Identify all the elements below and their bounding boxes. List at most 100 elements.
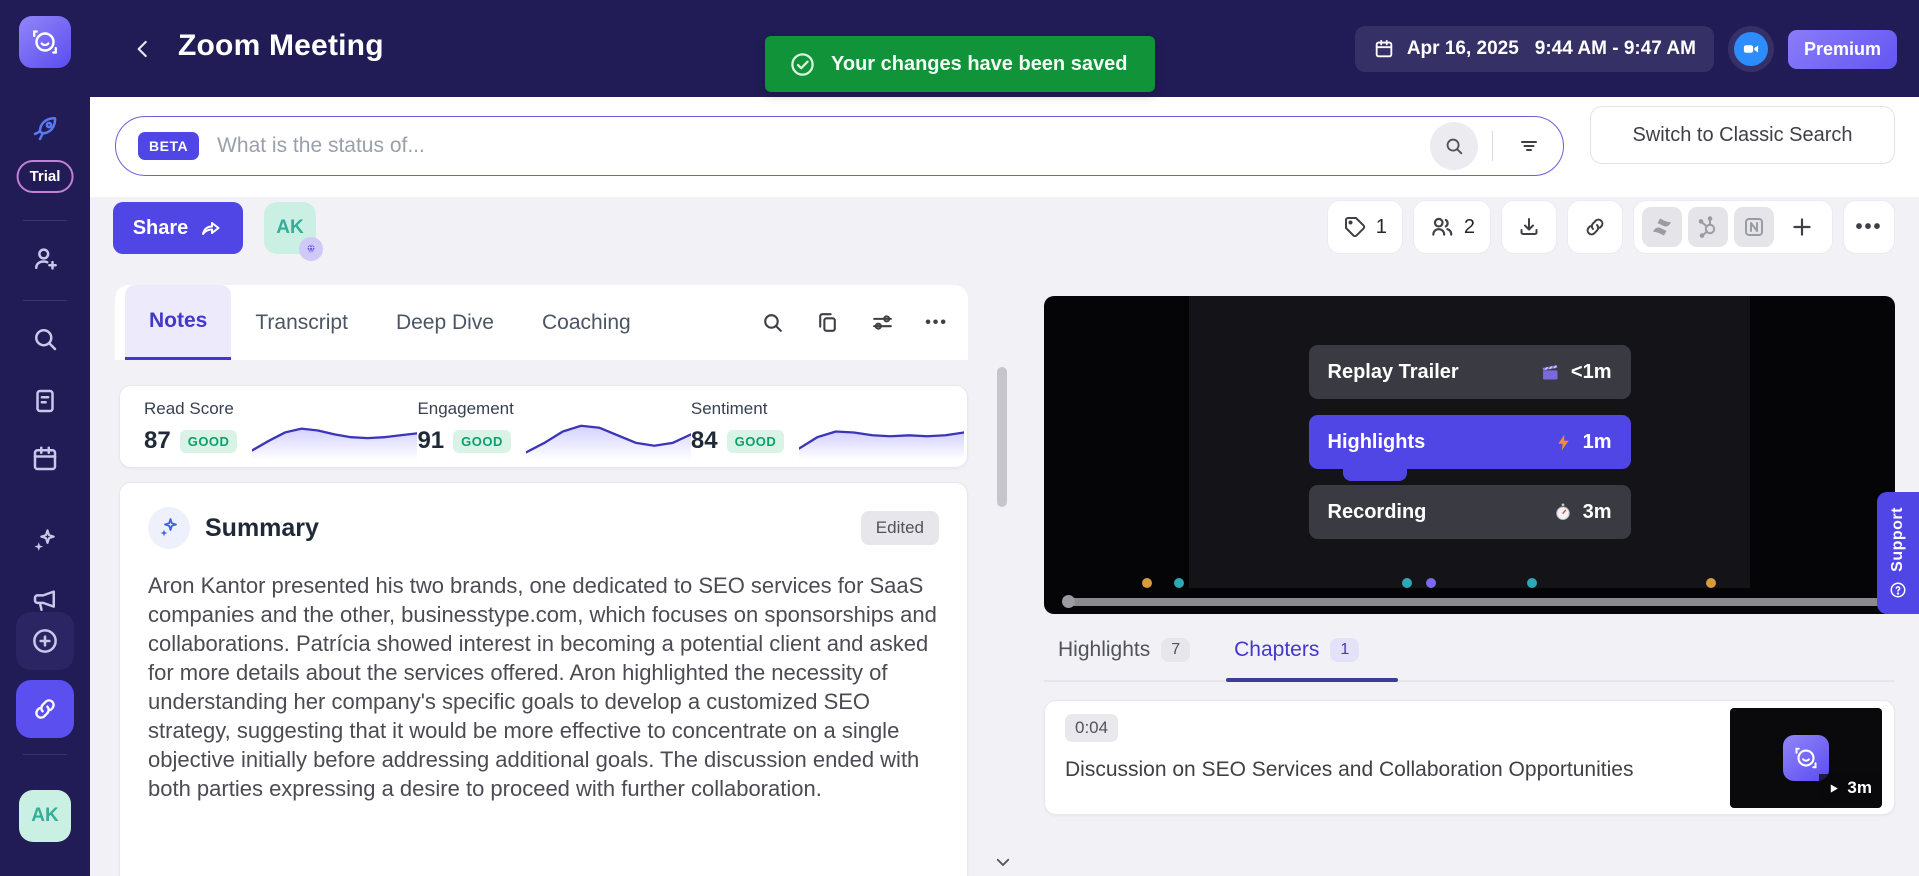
notion-icon: [1742, 215, 1766, 239]
rocket-icon: [30, 114, 60, 144]
replay-trailer-button[interactable]: Replay Trailer <1m: [1308, 345, 1631, 399]
play-icon: [1827, 782, 1840, 795]
confluence-icon: [1650, 215, 1674, 239]
chevron-down-icon: [994, 853, 1012, 871]
filter-button[interactable]: [1507, 124, 1551, 168]
engagement-sparkline: [525, 424, 691, 460]
timeline-marker[interactable]: [1174, 578, 1185, 588]
video-player[interactable]: Replay Trailer <1m Highlights 1m Recordi…: [1044, 296, 1895, 614]
timeline-marker[interactable]: [1142, 578, 1153, 588]
chapter-list-item[interactable]: 0:04 Discussion on SEO Services and Coll…: [1044, 700, 1895, 815]
timeline-marker[interactable]: [1401, 578, 1412, 588]
notion-integration-button[interactable]: [1734, 207, 1774, 247]
search-input[interactable]: [217, 134, 1430, 158]
playhead-handle[interactable]: [1062, 595, 1075, 608]
video-progress-bar[interactable]: [1070, 598, 1881, 606]
sidebar-item-ai-tools[interactable]: [30, 526, 60, 556]
check-circle-icon: [789, 51, 816, 78]
download-button[interactable]: [1501, 200, 1557, 254]
sidebar-item-invite[interactable]: [30, 244, 60, 274]
support-help-icon: [1889, 581, 1907, 599]
notes-more-button[interactable]: •••: [925, 314, 948, 332]
summary-card: Summary Edited Aron Kantor presented his…: [119, 482, 968, 876]
metric-sentiment: Sentiment 84 GOOD: [691, 399, 965, 460]
active-tab-underline: [1226, 678, 1398, 682]
switch-classic-search-button[interactable]: Switch to Classic Search: [1590, 106, 1895, 164]
support-label: Support: [1889, 507, 1906, 572]
chapter-thumbnail[interactable]: 3m: [1730, 708, 1882, 808]
confluence-integration-button[interactable]: [1642, 207, 1682, 247]
chapter-duration: 3m: [1847, 778, 1872, 797]
sidebar-item-add-meeting[interactable]: [16, 612, 74, 670]
timeline-markers: [1070, 578, 1881, 588]
tag-icon: [1343, 215, 1367, 239]
zoom-source-button[interactable]: [1727, 26, 1774, 72]
status-badge: GOOD: [453, 429, 511, 453]
sidebar-item-search[interactable]: [30, 324, 60, 354]
share-button-label: Share: [132, 216, 189, 239]
premium-badge[interactable]: Premium: [1787, 29, 1897, 69]
search-submit-button[interactable]: [1430, 122, 1478, 170]
meeting-datetime[interactable]: Apr 16, 2025 9:44 AM - 9:47 AM: [1354, 26, 1714, 72]
sidebar-item-calendar[interactable]: [30, 444, 60, 474]
document-icon: [30, 386, 60, 416]
tab-notes[interactable]: Notes: [125, 285, 232, 360]
copy-notes-button[interactable]: [815, 310, 840, 335]
support-tab[interactable]: Support: [1877, 492, 1919, 614]
search-icon: [30, 324, 60, 354]
tab-highlights-label: Highlights: [1058, 638, 1151, 661]
scroll-down-button[interactable]: [994, 853, 1012, 871]
timeline-marker[interactable]: [1705, 578, 1716, 588]
notes-search-button[interactable]: [760, 310, 785, 335]
copy-link-button[interactable]: [1567, 200, 1623, 254]
add-integration-button[interactable]: [1780, 205, 1824, 249]
sidebar-item-meetings-library[interactable]: [30, 386, 60, 416]
summary-text[interactable]: Aron Kantor presented his two brands, on…: [148, 571, 948, 803]
tab-highlights[interactable]: Highlights 7: [1058, 636, 1191, 662]
app-logo[interactable]: [19, 16, 71, 68]
metric-value: 87: [144, 427, 171, 454]
sidebar-divider: [23, 754, 67, 755]
toast-message: Your changes have been saved: [831, 52, 1128, 75]
tab-chapters-label: Chapters: [1234, 638, 1320, 661]
plus-icon: [1789, 214, 1815, 240]
tags-count: 1: [1375, 215, 1387, 238]
replay-trailer-duration: <1m: [1570, 360, 1612, 383]
tags-button[interactable]: 1: [1326, 200, 1403, 254]
timeline-marker[interactable]: [1527, 578, 1538, 588]
back-button[interactable]: [126, 32, 160, 66]
participant-avatar[interactable]: AK: [264, 202, 323, 261]
metric-label: Engagement: [417, 399, 514, 418]
share-button[interactable]: Share: [113, 202, 243, 254]
ai-search-bar[interactable]: BETA: [115, 116, 1564, 176]
left-panel-scrollbar-thumb[interactable]: [997, 367, 1007, 507]
toast-notification: Your changes have been saved: [765, 36, 1155, 92]
page-title: Zoom Meeting: [178, 29, 384, 62]
meeting-date: Apr 16, 2025: [1406, 38, 1519, 59]
tab-coaching[interactable]: Coaching: [518, 285, 655, 360]
zoom-camera-icon: [1733, 32, 1768, 66]
sentiment-sparkline: [799, 430, 965, 460]
hubspot-icon: [1696, 215, 1720, 239]
more-options-button[interactable]: •••: [1843, 200, 1895, 254]
participants-button[interactable]: 2: [1412, 200, 1491, 254]
sidebar-item-getting-started[interactable]: [30, 114, 60, 144]
user-avatar[interactable]: AK: [19, 790, 71, 842]
chapters-count-badge: 1: [1330, 638, 1360, 662]
highlights-button[interactable]: Highlights 1m: [1308, 415, 1631, 469]
trial-badge[interactable]: Trial: [16, 160, 74, 193]
sparkles-icon: [148, 507, 190, 549]
highlights-count-badge: 7: [1161, 638, 1191, 662]
tab-deep-dive[interactable]: Deep Dive: [372, 285, 518, 360]
timeline-marker[interactable]: [1425, 578, 1436, 588]
recording-button[interactable]: Recording 3m: [1308, 485, 1631, 539]
tab-transcript[interactable]: Transcript: [231, 285, 372, 360]
highlights-label: Highlights: [1327, 430, 1426, 453]
notes-settings-button[interactable]: [870, 310, 895, 335]
player-section-tabs: Highlights 7 Chapters 1: [1044, 636, 1895, 682]
avatar-initials: AK: [276, 217, 304, 238]
hubspot-integration-button[interactable]: [1688, 207, 1728, 247]
link-icon: [31, 695, 59, 723]
sidebar-item-integrations-active[interactable]: [16, 680, 74, 738]
tab-chapters[interactable]: Chapters 1: [1234, 636, 1360, 662]
